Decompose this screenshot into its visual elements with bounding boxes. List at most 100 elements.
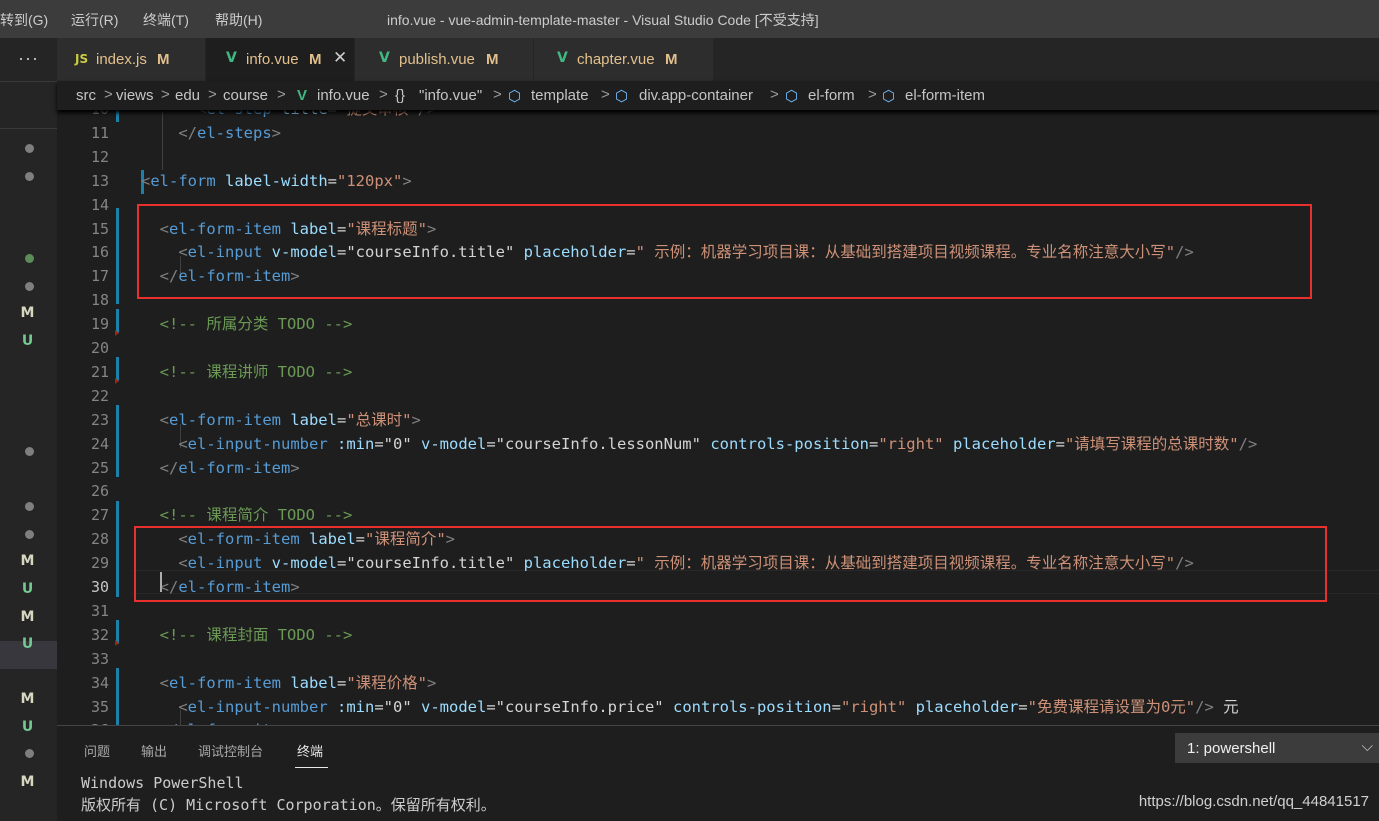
code-token: "120px" bbox=[337, 171, 403, 190]
code-token: "提交审核" bbox=[337, 110, 418, 118]
code-line[interactable]: 23 <el-form-item label="总课时"> bbox=[57, 408, 1379, 432]
code-token: /> bbox=[418, 110, 437, 118]
code-token: "请填写课程的总课时数" bbox=[1064, 434, 1239, 453]
code-token: < bbox=[141, 110, 206, 118]
scm-dot-icon bbox=[25, 254, 34, 263]
highlight-box-intro-item bbox=[134, 526, 1327, 602]
scm-untracked-marker[interactable]: U bbox=[0, 581, 57, 597]
code-token: > bbox=[271, 123, 281, 142]
close-icon[interactable]: ✕ bbox=[333, 48, 347, 68]
code-line[interactable]: 35 <el-input-number :min="0" v-model="co… bbox=[57, 695, 1379, 719]
code-token: </ bbox=[141, 123, 197, 142]
breadcrumb-item[interactable]: el-form bbox=[808, 87, 855, 104]
code-line[interactable]: 12 bbox=[57, 145, 1379, 169]
tab-index-js[interactable]: JS index.js M bbox=[57, 38, 206, 81]
code-line[interactable]: 32 <!-- 课程封面 TODO --> bbox=[57, 623, 1379, 647]
scm-modified-marker[interactable]: M bbox=[0, 553, 57, 569]
code-token: el-step bbox=[206, 110, 271, 118]
tab-label: index.js bbox=[96, 51, 147, 68]
line-code: <!-- 课程讲师 TODO --> bbox=[141, 360, 353, 384]
line-number: 19 bbox=[90, 315, 109, 334]
tab-debug-console[interactable]: 调试控制台 bbox=[198, 741, 263, 760]
code-token: <!-- 课程简介 TODO --> bbox=[141, 506, 353, 525]
code-token: v-model bbox=[411, 697, 487, 716]
code-line[interactable]: 25 </el-form-item> bbox=[57, 456, 1379, 480]
code-line[interactable]: 10 <el-step title="提交审核"/> bbox=[57, 110, 1379, 121]
code-token: = bbox=[1055, 434, 1065, 453]
tab-chapter-vue[interactable]: V chapter.vue M bbox=[534, 38, 714, 81]
scm-modified-marker[interactable]: M bbox=[0, 305, 57, 321]
code-token: = bbox=[328, 110, 337, 118]
code-token: < bbox=[141, 673, 169, 692]
code-token: 元 bbox=[1213, 697, 1239, 716]
breadcrumb-item[interactable]: div.app-container bbox=[639, 87, 753, 104]
tab-info-vue[interactable]: V info.vue M ✕ bbox=[206, 38, 355, 81]
menu-goto[interactable]: 转到(G) bbox=[0, 10, 48, 30]
breadcrumb-item[interactable]: views bbox=[116, 87, 154, 104]
code-editor[interactable]: 10 <el-step title="提交审核"/>11 </el-steps>… bbox=[57, 110, 1379, 725]
code-line[interactable]: 20 bbox=[57, 336, 1379, 360]
breadcrumb-item[interactable]: el-form-item bbox=[905, 87, 985, 104]
menu-run[interactable]: 运行(R) bbox=[71, 10, 118, 30]
more-actions-icon[interactable]: ··· bbox=[0, 48, 57, 69]
scm-dot-icon bbox=[25, 530, 34, 539]
line-code: <!-- 所属分类 TODO --> bbox=[141, 312, 353, 336]
tab-publish-vue[interactable]: V publish.vue M bbox=[355, 38, 534, 81]
code-line[interactable]: 21 <!-- 课程讲师 TODO --> bbox=[57, 360, 1379, 384]
breadcrumb-item[interactable]: "info.vue" bbox=[419, 87, 482, 104]
cube-icon: ⬡ bbox=[785, 88, 799, 105]
code-token: "right" bbox=[878, 434, 944, 453]
chevron-right-icon: > bbox=[277, 86, 286, 103]
line-number: 21 bbox=[90, 362, 109, 381]
scm-modified-marker[interactable]: M bbox=[0, 691, 57, 707]
code-token: placeholder bbox=[943, 434, 1056, 453]
scm-dot-icon bbox=[25, 447, 34, 456]
code-token: "right" bbox=[840, 697, 907, 716]
breadcrumb: src > views > edu > course > V info.vue … bbox=[57, 81, 1379, 110]
tab-problems[interactable]: 问题 bbox=[84, 741, 110, 760]
vue-file-icon: V bbox=[226, 50, 237, 66]
code-line[interactable]: 11 </el-steps> bbox=[57, 121, 1379, 145]
code-line[interactable]: 13 <el-form label-width="120px"> bbox=[57, 169, 1379, 193]
scm-untracked-marker[interactable]: U bbox=[0, 719, 57, 735]
code-token: "课程价格" bbox=[346, 673, 427, 692]
code-line[interactable]: 36 </el-form-item> bbox=[57, 718, 1379, 725]
menu-terminal[interactable]: 终端(T) bbox=[143, 10, 189, 30]
menu-help[interactable]: 帮助(H) bbox=[215, 10, 262, 30]
code-token: = bbox=[336, 673, 347, 692]
scm-dot-icon bbox=[25, 282, 34, 291]
braces-icon: {} bbox=[395, 87, 406, 104]
code-token: controls-position bbox=[700, 434, 869, 453]
breadcrumb-item[interactable]: info.vue bbox=[317, 87, 370, 104]
terminal-select[interactable]: 1: powershell ⌵ bbox=[1175, 733, 1379, 763]
code-token: > bbox=[427, 673, 437, 692]
code-token: "总课时" bbox=[346, 410, 412, 429]
line-number: 14 bbox=[90, 195, 109, 214]
chevron-right-icon: > bbox=[493, 86, 502, 103]
code-line[interactable]: 33 bbox=[57, 647, 1379, 671]
code-token: v-model bbox=[411, 434, 487, 453]
code-token: > bbox=[402, 171, 412, 190]
code-line[interactable]: 34 <el-form-item label="课程价格"> bbox=[57, 671, 1379, 695]
tab-output[interactable]: 输出 bbox=[141, 741, 167, 760]
code-line[interactable]: 24 <el-input-number :min="0" v-model="co… bbox=[57, 432, 1379, 456]
breadcrumb-item[interactable]: template bbox=[531, 87, 589, 104]
scm-untracked-marker[interactable]: U bbox=[0, 636, 57, 652]
code-token: controls-position bbox=[663, 697, 832, 716]
code-token: :min bbox=[327, 434, 375, 453]
code-line[interactable]: 26 bbox=[57, 479, 1379, 503]
breadcrumb-item[interactable]: src bbox=[76, 87, 96, 104]
scm-modified-marker[interactable]: M bbox=[0, 774, 57, 790]
line-code: <!-- 课程封面 TODO --> bbox=[141, 623, 353, 647]
code-token: /> bbox=[1195, 697, 1214, 716]
breadcrumb-item[interactable]: course bbox=[223, 87, 268, 104]
scm-modified-marker[interactable]: M bbox=[0, 609, 57, 625]
tab-terminal[interactable]: 终端 bbox=[297, 741, 323, 760]
breadcrumb-item[interactable]: edu bbox=[175, 87, 200, 104]
vue-file-icon: V bbox=[297, 87, 308, 104]
code-line[interactable]: 22 bbox=[57, 384, 1379, 408]
code-line[interactable]: 19 <!-- 所属分类 TODO --> bbox=[57, 312, 1379, 336]
scm-untracked-marker[interactable]: U bbox=[0, 333, 57, 349]
code-line[interactable]: 31 bbox=[57, 599, 1379, 623]
code-line[interactable]: 27 <!-- 课程简介 TODO --> bbox=[57, 503, 1379, 527]
